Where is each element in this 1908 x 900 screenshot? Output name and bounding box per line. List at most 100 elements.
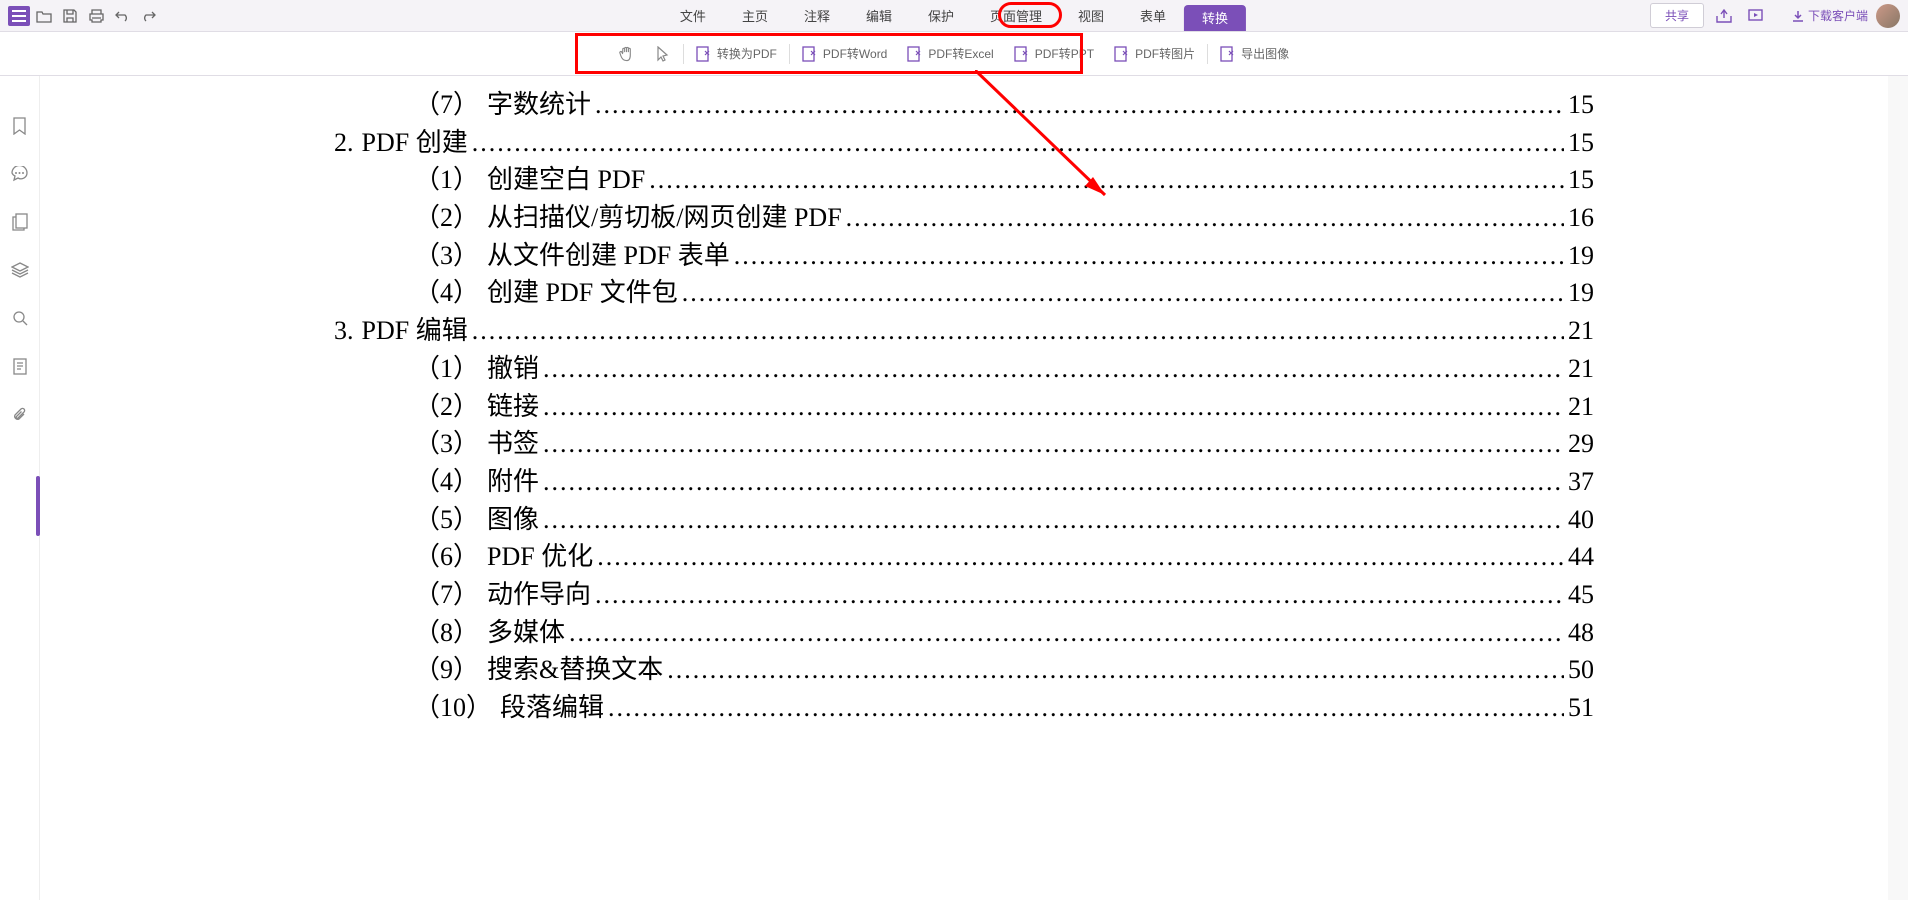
toc-leader: ........................................…: [543, 463, 1564, 501]
toc-page-number: 16: [1568, 199, 1594, 237]
quick-access: [8, 4, 160, 28]
separator: [683, 44, 684, 64]
toc-page-number: 15: [1568, 86, 1594, 124]
print-icon[interactable]: [84, 4, 108, 28]
toc-entry[interactable]: （9）搜索&替换文本..............................…: [334, 651, 1594, 689]
toc-entry[interactable]: （3）书签...................................…: [334, 425, 1594, 463]
toc-number: （4）: [414, 463, 479, 501]
toc-leader: ........................................…: [595, 576, 1564, 614]
toc-leader: ........................................…: [608, 689, 1564, 727]
toc-page-number: 48: [1568, 614, 1594, 652]
bookmark-panel-icon[interactable]: [10, 116, 30, 136]
tool-label: PDF转PPT: [1035, 45, 1094, 62]
toc-entry[interactable]: （2）从扫描仪/剪切板/网页创建 PDF....................…: [334, 199, 1594, 237]
tool-label: PDF转图片: [1135, 45, 1195, 62]
toc-number: 2.: [334, 124, 354, 162]
toc-number: （7）: [414, 86, 479, 124]
toc-number: （10）: [414, 689, 492, 727]
menu-主页[interactable]: 主页: [724, 0, 786, 31]
select-tool[interactable]: [645, 40, 681, 68]
toc-number: 3.: [334, 312, 354, 350]
toc-page-number: 51: [1568, 689, 1594, 727]
hand-tool[interactable]: [609, 40, 645, 68]
toc-entry[interactable]: （8）多媒体..................................…: [334, 614, 1594, 652]
toc-title: 撤销: [487, 350, 539, 388]
toc-number: （5）: [414, 501, 479, 539]
convert-toolbar: 转换为PDF PDF转Word PDF转Excel PDF转PPT PDF转图片 导出图像: [0, 32, 1908, 76]
toc-entry[interactable]: （1）撤销...................................…: [334, 350, 1594, 388]
menu-转换[interactable]: 转换: [1184, 5, 1246, 31]
convert-4[interactable]: PDF转图片: [1104, 39, 1205, 68]
convert-5[interactable]: 导出图像: [1210, 39, 1299, 68]
toc-entry[interactable]: （2）链接...................................…: [334, 388, 1594, 426]
doc-icon: [907, 46, 923, 62]
toc-page-number: 45: [1568, 576, 1594, 614]
toc-entry[interactable]: 2.PDF 创建................................…: [334, 124, 1594, 162]
toc-entry[interactable]: （3）从文件创建 PDF 表单.........................…: [334, 237, 1594, 275]
top-toolbar: 文件主页注释编辑保护页面管理视图表单转换 共享 下载客户端: [0, 0, 1908, 32]
toc-title: PDF 优化: [487, 538, 593, 576]
convert-1[interactable]: PDF转Word: [792, 39, 897, 68]
toc-entry[interactable]: （7）动作导向.................................…: [334, 576, 1594, 614]
menu-文件[interactable]: 文件: [662, 0, 724, 31]
toc-entry[interactable]: （6）PDF 优化...............................…: [334, 538, 1594, 576]
menu-表单[interactable]: 表单: [1122, 0, 1184, 31]
tool-label: 转换为PDF: [717, 45, 777, 62]
menu-视图[interactable]: 视图: [1060, 0, 1122, 31]
toc-title: PDF 编辑: [362, 312, 468, 350]
toc-title: 链接: [487, 388, 539, 426]
document-page: （7）字数统计.................................…: [294, 76, 1634, 900]
export-icon[interactable]: [1712, 4, 1736, 28]
toc-leader: ........................................…: [543, 350, 1564, 388]
toc-entry[interactable]: （5）图像...................................…: [334, 501, 1594, 539]
attachment-panel-icon[interactable]: [10, 404, 30, 424]
toc-leader: ........................................…: [649, 161, 1564, 199]
doc-icon: [1114, 46, 1130, 62]
menu-注释[interactable]: 注释: [786, 0, 848, 31]
toc-entry[interactable]: 3.PDF 编辑................................…: [334, 312, 1594, 350]
menu-编辑[interactable]: 编辑: [848, 0, 910, 31]
search-panel-icon[interactable]: [10, 308, 30, 328]
document-viewport[interactable]: （7）字数统计.................................…: [40, 76, 1888, 900]
share-button[interactable]: 共享: [1650, 3, 1704, 28]
convert-2[interactable]: PDF转Excel: [897, 39, 1003, 68]
tool-label: PDF转Word: [823, 45, 887, 62]
toc-entry[interactable]: （10）段落编辑................................…: [334, 689, 1594, 727]
convert-3[interactable]: PDF转PPT: [1004, 39, 1104, 68]
left-sidebar: [0, 76, 40, 900]
layers-panel-icon[interactable]: [10, 260, 30, 280]
cursor-icon: [655, 46, 671, 62]
pages-panel-icon[interactable]: [10, 212, 30, 232]
toc-leader: ........................................…: [569, 614, 1564, 652]
download-client-button[interactable]: 下载客户端: [1792, 7, 1868, 24]
toc-leader: ........................................…: [682, 274, 1564, 312]
toc-number: （2）: [414, 199, 479, 237]
toc-leader: ........................................…: [595, 86, 1564, 124]
hand-icon: [619, 46, 635, 62]
toc-page-number: 44: [1568, 538, 1594, 576]
toc-entry[interactable]: （7）字数统计.................................…: [334, 86, 1594, 124]
toc-title: 多媒体: [487, 614, 565, 652]
form-panel-icon[interactable]: [10, 356, 30, 376]
toc-entry[interactable]: （1）创建空白 PDF.............................…: [334, 161, 1594, 199]
top-right-group: 共享 下载客户端: [1650, 3, 1900, 28]
toc-leader: ........................................…: [667, 651, 1564, 689]
toc-page-number: 21: [1568, 388, 1594, 426]
user-avatar[interactable]: [1876, 4, 1900, 28]
right-scrollbar[interactable]: [1888, 76, 1908, 900]
undo-icon[interactable]: [110, 4, 134, 28]
toc-entry[interactable]: （4）创建 PDF 文件包...........................…: [334, 274, 1594, 312]
toc-entry[interactable]: （4）附件...................................…: [334, 463, 1594, 501]
toc-page-number: 15: [1568, 124, 1594, 162]
comment-panel-icon[interactable]: [10, 164, 30, 184]
redo-icon[interactable]: [136, 4, 160, 28]
convert-0[interactable]: 转换为PDF: [686, 39, 787, 68]
toc-page-number: 15: [1568, 161, 1594, 199]
menu-保护[interactable]: 保护: [910, 0, 972, 31]
menu-页面管理[interactable]: 页面管理: [972, 0, 1060, 31]
save-icon[interactable]: [58, 4, 82, 28]
tool-label: 导出图像: [1241, 45, 1289, 62]
present-icon[interactable]: [1744, 4, 1768, 28]
app-menu-icon[interactable]: [8, 6, 30, 26]
open-icon[interactable]: [32, 4, 56, 28]
